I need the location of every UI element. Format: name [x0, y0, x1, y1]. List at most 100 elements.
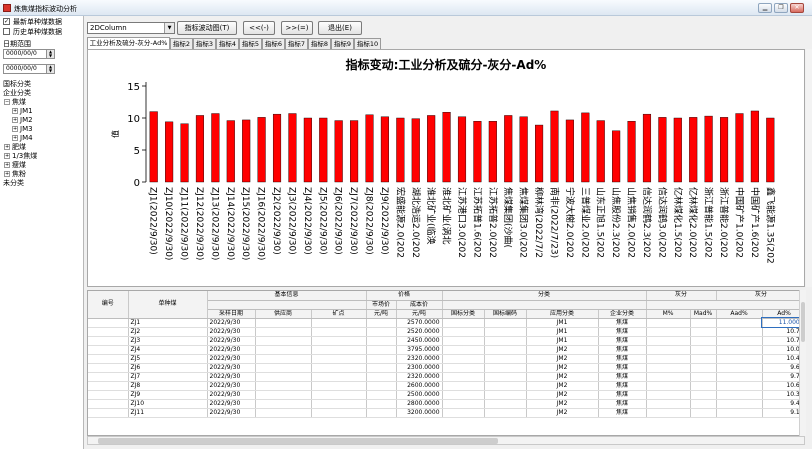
expand-icon[interactable]: + [12, 126, 18, 132]
table-cell[interactable] [690, 336, 717, 346]
table-cell[interactable] [690, 390, 717, 400]
table-cell[interactable]: 焦煤 [598, 345, 647, 355]
tree-node-one-third[interactable]: +1/3焦煤 [4, 152, 37, 160]
table-cell[interactable] [255, 390, 312, 400]
table-cell[interactable] [366, 318, 397, 328]
table-cell[interactable] [366, 399, 397, 409]
bar[interactable] [704, 115, 713, 183]
bar[interactable] [396, 117, 405, 183]
prev-button[interactable]: <<(-) [243, 21, 275, 35]
table-cell[interactable] [88, 408, 129, 418]
scroll-thumb[interactable] [98, 438, 498, 444]
table-cell[interactable] [646, 345, 691, 355]
table-cell[interactable] [484, 354, 527, 364]
table-cell[interactable]: 2022/9/30 [207, 345, 256, 355]
table-cell[interactable] [690, 381, 717, 391]
bar[interactable] [272, 113, 282, 183]
table-cell[interactable] [716, 318, 763, 328]
table-cell[interactable] [311, 354, 367, 364]
tree-node-shoumei[interactable]: + 瘦煤 [4, 161, 26, 169]
bar[interactable] [380, 116, 389, 183]
table-cell[interactable] [311, 390, 367, 400]
col-header-coal[interactable]: 单种煤 [128, 291, 208, 319]
col-header-app-class[interactable]: 应用分类 [526, 309, 599, 319]
tree-node-gb[interactable]: 国标分类 [3, 80, 31, 88]
table-cell[interactable]: ZJ3 [128, 336, 208, 346]
table-cell[interactable] [366, 336, 397, 346]
bar[interactable] [442, 112, 451, 183]
col-header-cost-unit[interactable]: 元/吨 [396, 309, 443, 319]
table-cell[interactable] [311, 345, 367, 355]
table-row[interactable]: ZJ1 2022/9/30 2570.0000 JM1 焦煤 11.0000 [88, 317, 804, 328]
table-cell[interactable] [646, 408, 691, 418]
table-cell[interactable] [716, 336, 763, 346]
tab-indicator-6[interactable]: 指标6 [262, 38, 285, 49]
table-cell[interactable]: JM2 [526, 354, 599, 364]
tab-indicator-10[interactable]: 指标10 [354, 38, 381, 49]
bar[interactable] [735, 113, 744, 183]
tree-node-jm2[interactable]: + JM2 [12, 116, 33, 124]
table-cell[interactable] [716, 381, 763, 391]
table-cell[interactable]: 焦煤 [598, 354, 647, 364]
table-cell[interactable]: 2520.0000 [396, 327, 443, 337]
table-row[interactable]: ZJ5 2022/9/30 2320.0000 JM2 焦煤 10.40 [88, 354, 804, 364]
tree-node-jm1[interactable]: + JM1 [12, 107, 33, 115]
tab-indicator-8[interactable]: 指标8 [308, 38, 331, 49]
table-cell[interactable]: JM2 [526, 381, 599, 391]
date-to-spinner[interactable]: ▲ ▼ [46, 64, 55, 74]
table-cell[interactable]: 2300.0000 [396, 363, 443, 373]
table-cell[interactable]: JM2 [526, 399, 599, 409]
tree-node-jm4[interactable]: + JM4 [12, 134, 33, 142]
bar[interactable] [180, 123, 189, 183]
bar[interactable] [226, 120, 235, 183]
scroll-thumb[interactable] [801, 302, 805, 342]
bar[interactable] [334, 120, 343, 183]
col-header-date[interactable]: 采样日期 [207, 309, 256, 319]
table-cell[interactable] [255, 354, 312, 364]
table-cell[interactable] [646, 327, 691, 337]
expand-icon[interactable]: + [4, 153, 10, 159]
table-cell[interactable]: 2022/9/30 [207, 336, 256, 346]
col-header-supplier[interactable]: 供应商 [255, 309, 312, 319]
table-row[interactable]: ZJ11 2022/9/30 3200.0000 JM2 焦煤 9.12 [88, 408, 804, 418]
table-cell[interactable] [255, 363, 312, 373]
latest-data-checkbox[interactable]: ✓ 最新单种煤数据 [3, 17, 62, 26]
table-cell[interactable] [442, 372, 485, 382]
bar[interactable] [149, 111, 158, 183]
table-cell[interactable]: 焦煤 [598, 372, 647, 382]
table-cell[interactable] [690, 372, 717, 382]
table-cell[interactable] [484, 327, 527, 337]
next-button[interactable]: >>(=) [281, 21, 313, 35]
table-cell[interactable]: 2022/9/30 [207, 399, 256, 409]
table-cell[interactable]: ZJ8 [128, 381, 208, 391]
bar[interactable] [365, 114, 374, 183]
table-cell[interactable] [255, 336, 312, 346]
table-cell[interactable] [366, 390, 397, 400]
tab-indicator-3[interactable]: 指标3 [193, 38, 216, 49]
table-cell[interactable] [366, 363, 397, 373]
table-cell[interactable] [646, 399, 691, 409]
table-cell[interactable]: 2570.0000 [396, 318, 443, 328]
table-cell[interactable] [255, 318, 312, 328]
table-cell[interactable] [311, 363, 367, 373]
table-cell[interactable]: 2320.0000 [396, 372, 443, 382]
table-cell[interactable] [255, 408, 312, 418]
bar[interactable] [581, 112, 590, 183]
table-row[interactable]: ZJ10 2022/9/30 2800.0000 JM2 焦煤 9.42 [88, 399, 804, 409]
table-cell[interactable]: 3795.0000 [396, 345, 443, 355]
table-cell[interactable] [311, 372, 367, 382]
table-row[interactable]: ZJ7 2022/9/30 2320.0000 JM2 焦煤 9.70 [88, 372, 804, 382]
bar[interactable] [257, 117, 266, 183]
table-cell[interactable]: 焦煤 [598, 318, 647, 328]
table-row[interactable]: ZJ6 2022/9/30 2300.0000 JM2 焦煤 9.65 [88, 363, 804, 373]
table-cell[interactable]: 焦煤 [598, 408, 647, 418]
table-cell[interactable] [484, 363, 527, 373]
table-cell[interactable] [646, 318, 691, 328]
table-row[interactable]: ZJ3 2022/9/30 2450.0000 JM1 焦煤 10.73 [88, 336, 804, 346]
bar[interactable] [642, 113, 652, 183]
table-row[interactable]: ZJ8 2022/9/30 2600.0000 JM2 焦煤 10.62 [88, 381, 804, 391]
expand-icon[interactable]: + [4, 162, 10, 168]
table-cell[interactable] [484, 390, 527, 400]
bar[interactable] [535, 124, 544, 183]
table-cell[interactable] [646, 381, 691, 391]
